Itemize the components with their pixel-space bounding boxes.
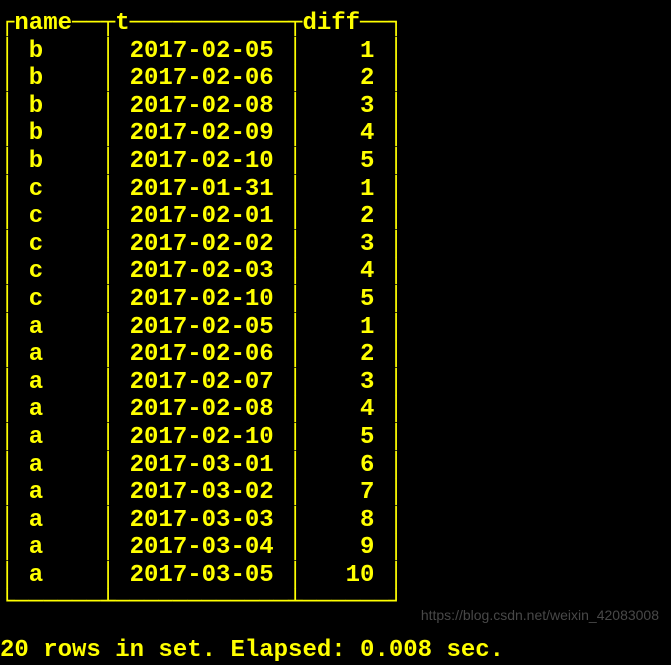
watermark: https://blog.csdn.net/weixin_42083008: [421, 607, 659, 623]
result-table: ┌name──┬t───────────┬diff──┐ │ b │ 2017-…: [0, 10, 671, 617]
status-line: 20 rows in set. Elapsed: 0.008 sec.: [0, 637, 671, 665]
